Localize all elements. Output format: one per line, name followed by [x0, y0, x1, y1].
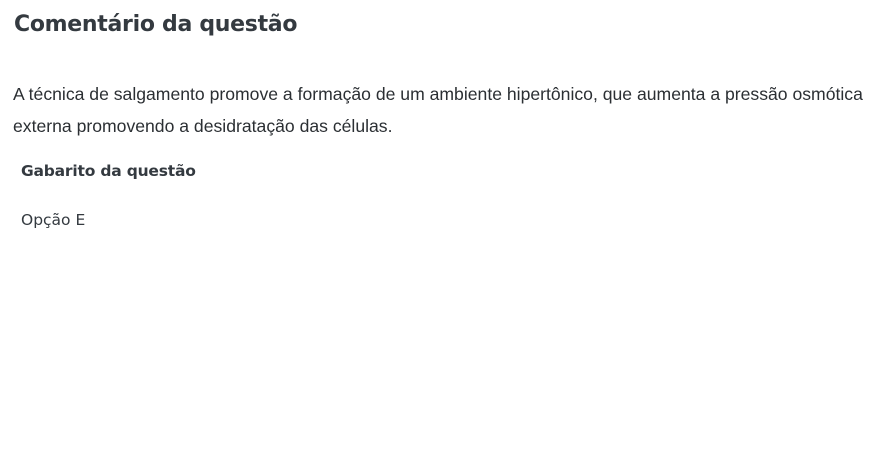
answer-value: Opção E: [21, 211, 86, 229]
comment-text: A técnica de salgamento promove a formaç…: [13, 84, 863, 136]
comment-title: Comentário da questão: [14, 12, 298, 37]
answer-heading: Gabarito da questão: [21, 162, 196, 180]
question-comment-panel: Comentário da questão A técnica de salga…: [0, 0, 892, 462]
